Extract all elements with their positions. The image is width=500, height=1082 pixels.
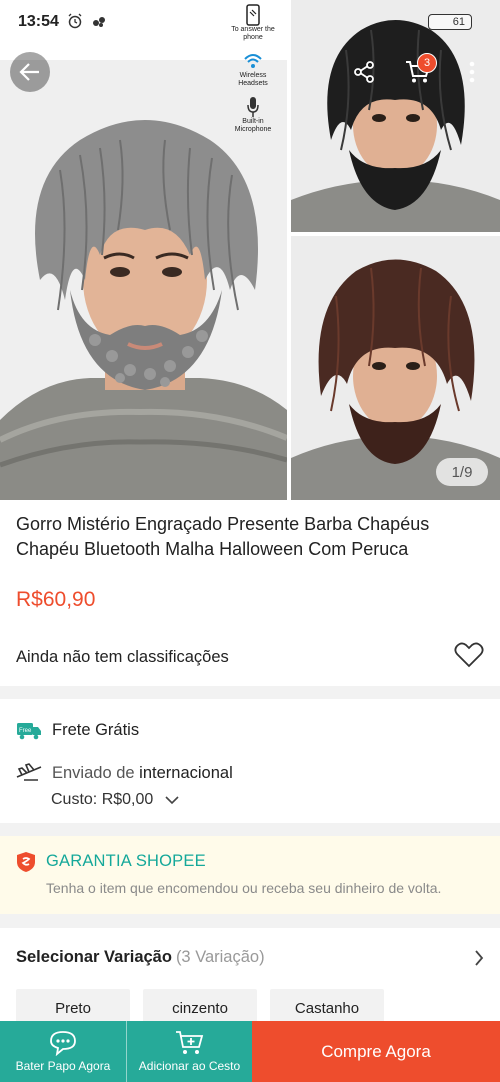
feature-microphone: Built-in Microphone (225, 96, 281, 134)
product-page: To answer the phone Wireless Headsets Bu… (0, 0, 500, 1082)
product-price: R$60,90 (16, 588, 96, 611)
chevron-down-icon (165, 795, 179, 804)
free-badge-text: Free (19, 728, 32, 734)
free-shipping-label: Frete Grátis (52, 721, 140, 739)
arrow-left-icon (19, 63, 39, 81)
top-actions: 3 (344, 52, 492, 92)
battery-indicator: 61 (428, 14, 472, 30)
feature-wireless: Wireless Headsets (225, 50, 281, 88)
bottom-action-bar: Bater Papo Agora Adicionar ao Cesto Comp… (0, 1021, 500, 1082)
status-time: 13:54 (18, 13, 59, 30)
alarm-icon (67, 13, 83, 32)
cart-button[interactable]: 3 (398, 52, 438, 92)
chevron-right-icon (475, 949, 484, 966)
more-vertical-icon (469, 61, 475, 83)
sent-from-location: internacional (139, 763, 233, 782)
more-options-button[interactable] (452, 52, 492, 92)
add-to-cart-label: Adicionar ao Cesto (138, 1059, 241, 1073)
shipping-cost-text: Custo: R$0,00 (51, 791, 154, 808)
sent-from-row: Enviado de internacional (16, 763, 233, 783)
sent-from-prefix: Enviado de (52, 763, 135, 782)
back-button[interactable] (10, 52, 50, 92)
add-to-cart-icon (175, 1031, 203, 1054)
shield-icon (16, 851, 36, 878)
free-shipping-row: Free Frete Grátis (16, 721, 139, 740)
rating-text: Ainda não tem classificações (16, 648, 229, 666)
free-shipping-truck-icon: Free (17, 722, 41, 739)
chat-now-button[interactable]: Bater Papo Agora (0, 1021, 126, 1082)
variation-count: (3 Variação) (175, 948, 265, 966)
plane-icon (16, 763, 42, 781)
product-gallery[interactable]: To answer the phone Wireless Headsets Bu… (0, 0, 500, 500)
chat-icon (50, 1031, 76, 1056)
variation-heading: Selecionar Variação (3 Variação) (16, 948, 265, 967)
variation-header[interactable]: Selecionar Variação (3 Variação) (16, 948, 484, 967)
add-to-cart-button[interactable]: Adicionar ao Cesto (126, 1021, 252, 1082)
cart-count-badge: 3 (417, 53, 437, 73)
microphone-icon (243, 96, 263, 118)
shipping-section[interactable]: Free Frete Grátis Enviado de internacion… (0, 699, 500, 823)
shipping-cost[interactable]: Custo: R$0,00 (51, 791, 179, 809)
rating-row: Ainda não tem classificações (16, 642, 484, 673)
product-title: Gorro Mistério Engraçado Presente Barba … (16, 514, 430, 559)
share-icon (354, 61, 374, 83)
status-bar: 13:54 61 (0, 0, 500, 44)
chat-now-label: Bater Papo Agora (15, 1059, 111, 1073)
guarantee-title: GARANTIA SHOPEE (46, 852, 206, 870)
guarantee-description: Tenha o item que encomendou ou receba se… (46, 880, 442, 896)
image-counter: 1/9 (436, 458, 488, 486)
buy-now-button[interactable]: Compre Agora (252, 1021, 500, 1082)
feature-label: Built-in Microphone (234, 118, 272, 133)
variation-title: Selecionar Variação (16, 948, 172, 966)
feature-label: Wireless Headsets (238, 72, 268, 87)
shopee-guarantee[interactable]: GARANTIA SHOPEE Tenha o item que encomen… (0, 836, 500, 914)
wifi-icon (243, 50, 263, 72)
sent-from-label: Enviado de internacional (52, 764, 233, 783)
heart-icon (454, 642, 484, 668)
favorite-button[interactable] (454, 642, 484, 673)
notification-icon (91, 13, 107, 32)
share-button[interactable] (344, 52, 384, 92)
product-info: Gorro Mistério Engraçado Presente Barba … (0, 500, 500, 686)
